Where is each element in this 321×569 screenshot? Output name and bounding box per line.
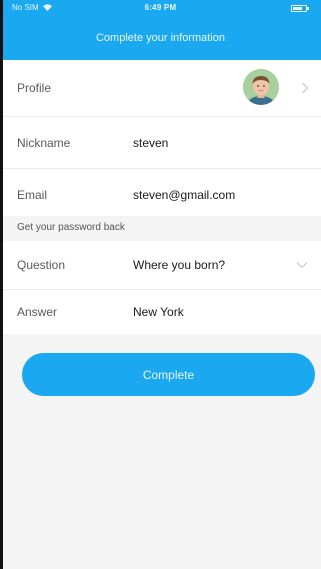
profile-list: Profile Nickname steven Email steven@gma…	[0, 60, 321, 221]
battery-icon	[291, 5, 309, 12]
email-value[interactable]: steven@gmail.com	[133, 188, 235, 202]
avatar[interactable]	[243, 69, 279, 105]
password-list: Question Where you born? Answer New York	[0, 241, 321, 334]
complete-button[interactable]: Complete	[22, 353, 315, 396]
nickname-value[interactable]: steven	[133, 136, 168, 150]
answer-value[interactable]: New York	[133, 305, 184, 319]
header-bar: No SIM 6:49 PM Complete your information	[0, 0, 321, 60]
nickname-label: Nickname	[17, 135, 71, 150]
page-title: Complete your information	[95, 32, 225, 44]
nickname-row[interactable]: Nickname steven	[0, 117, 321, 169]
profile-label: Profile	[17, 81, 52, 95]
screen: No SIM 6:49 PM Complete your information…	[0, 0, 321, 569]
answer-label: Answer	[17, 305, 58, 319]
email-row[interactable]: Email steven@gmail.com	[0, 169, 321, 221]
answer-row[interactable]: Answer New York	[0, 290, 321, 334]
chevron-down-icon[interactable]	[296, 261, 308, 269]
status-bar: No SIM 6:49 PM	[0, 0, 321, 20]
password-section-header: Get your password back	[0, 216, 321, 241]
chevron-right-icon	[302, 82, 309, 94]
question-row[interactable]: Question Where you born?	[0, 241, 321, 290]
question-label: Question	[17, 258, 66, 272]
profile-row[interactable]: Profile	[0, 60, 321, 117]
password-section-title: Get your password back	[17, 222, 125, 233]
email-label: Email	[17, 188, 48, 202]
question-value[interactable]: Where you born?	[133, 258, 225, 272]
status-time: 6:49 PM	[144, 3, 177, 12]
